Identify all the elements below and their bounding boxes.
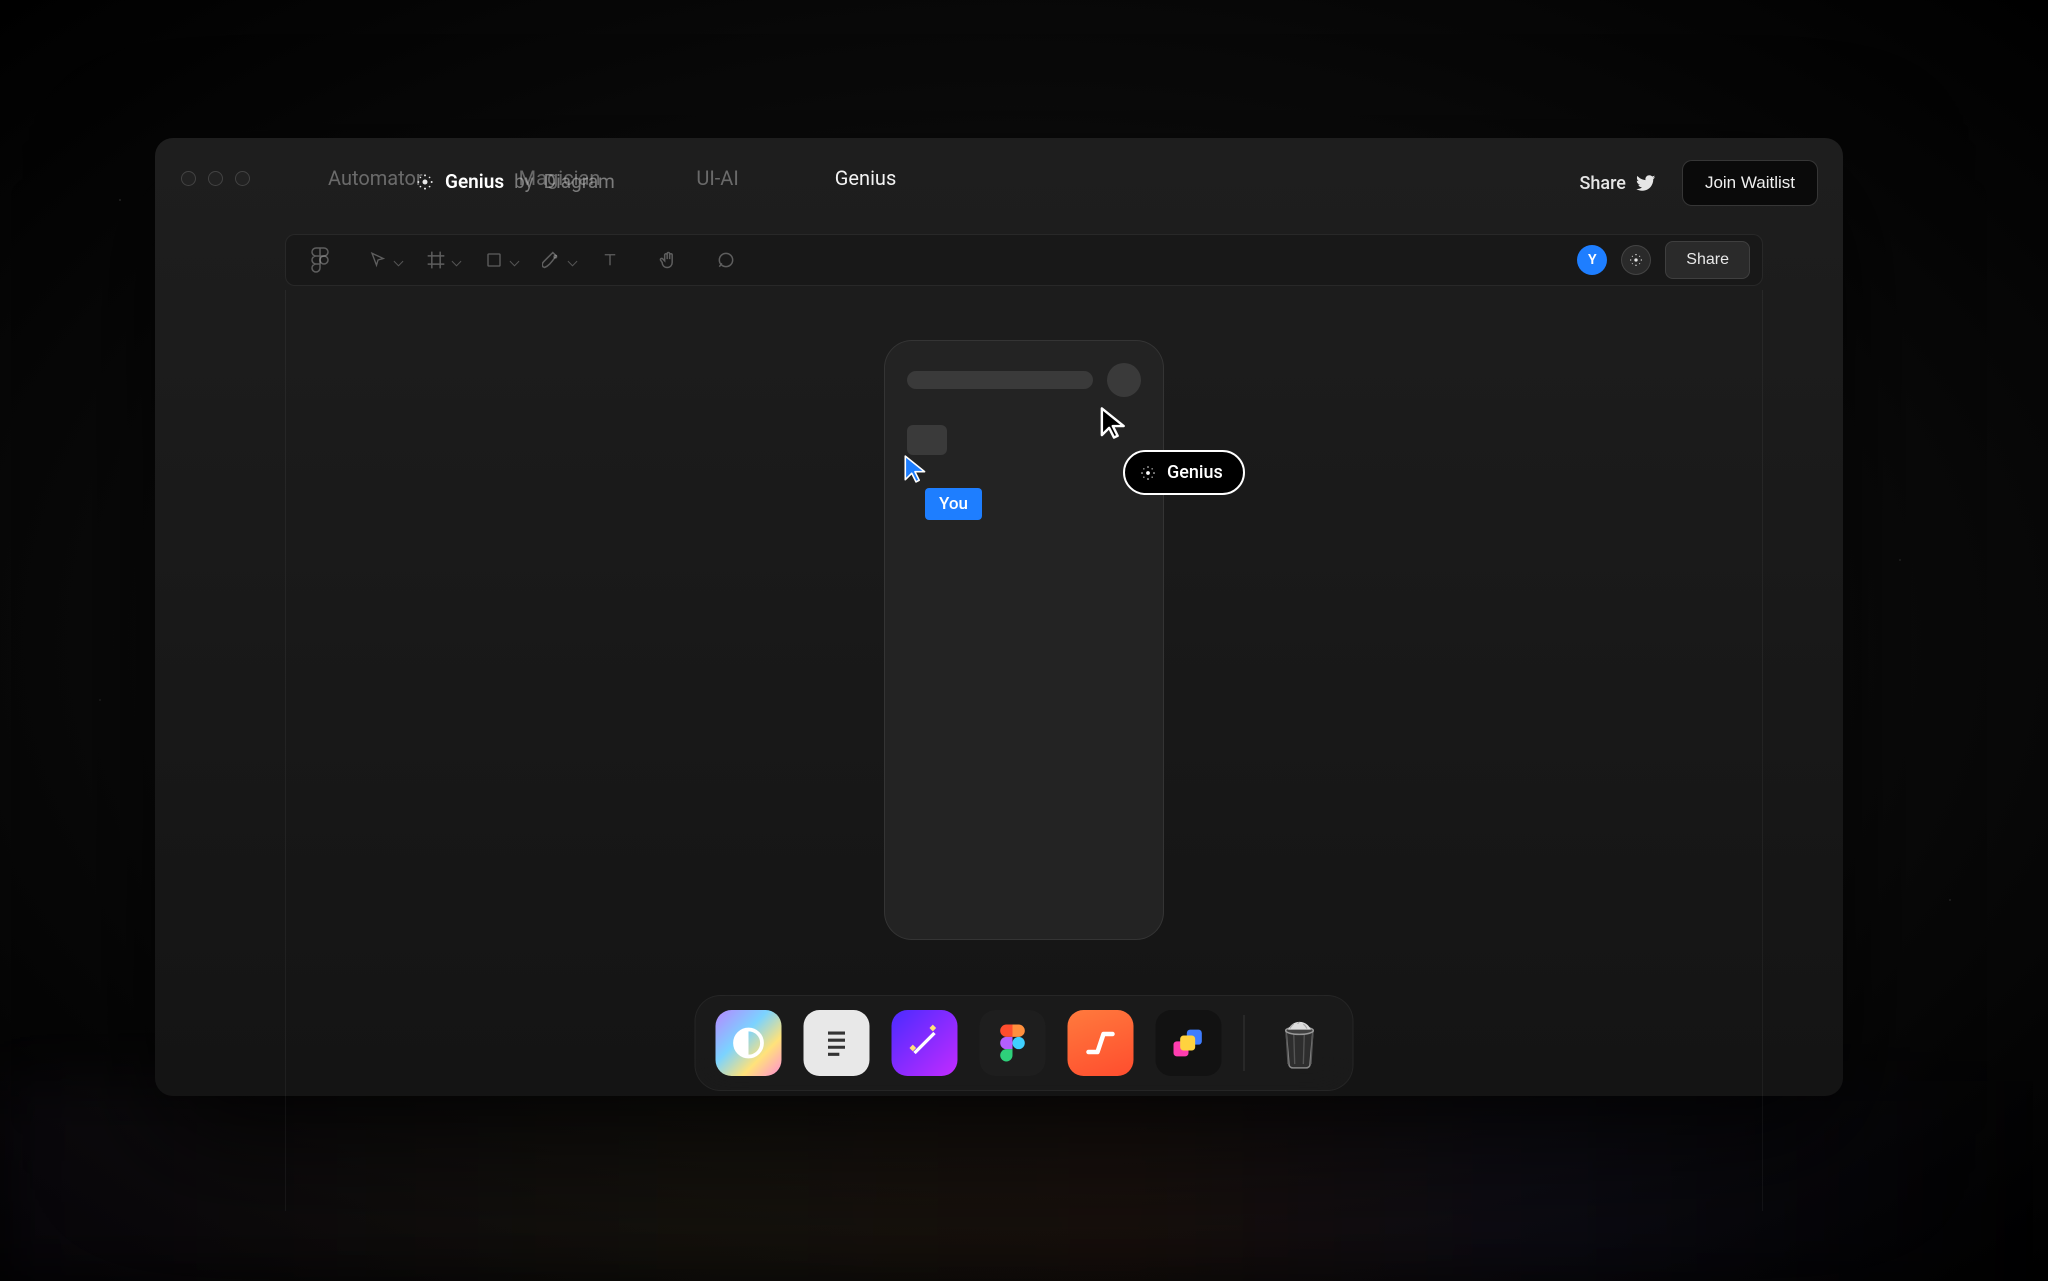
sparkle-icon bbox=[415, 172, 435, 192]
hand-tool[interactable] bbox=[646, 238, 690, 282]
tab-ui-ai[interactable]: UI-AI bbox=[648, 156, 786, 200]
dock-notes-app[interactable] bbox=[804, 1010, 870, 1076]
genius-presence-icon[interactable] bbox=[1621, 245, 1651, 275]
dock bbox=[695, 995, 1354, 1091]
brand-by-prefix: by bbox=[514, 170, 534, 193]
zoom-window-button[interactable] bbox=[235, 171, 250, 186]
dock-separator bbox=[1244, 1015, 1245, 1071]
user-avatar[interactable]: Y bbox=[1577, 245, 1607, 275]
move-tool[interactable] bbox=[356, 238, 400, 282]
close-window-button[interactable] bbox=[181, 171, 196, 186]
comment-tool[interactable] bbox=[704, 238, 748, 282]
share-label: Share bbox=[1579, 173, 1625, 194]
figma-logo-icon[interactable] bbox=[298, 238, 342, 282]
tab-genius[interactable]: Genius bbox=[787, 156, 944, 200]
pen-tool[interactable] bbox=[530, 238, 574, 282]
frame-tool[interactable] bbox=[414, 238, 458, 282]
twitter-icon bbox=[1636, 173, 1656, 193]
artboard-header-row bbox=[907, 363, 1141, 397]
rectangle-tool[interactable] bbox=[472, 238, 516, 282]
share-button[interactable]: Share bbox=[1665, 241, 1750, 279]
share-link[interactable]: Share bbox=[1579, 173, 1655, 194]
dock-trash[interactable] bbox=[1267, 1010, 1333, 1076]
header-actions: Share Join Waitlist bbox=[1579, 160, 1818, 206]
text-tool[interactable] bbox=[588, 238, 632, 282]
traffic-lights bbox=[171, 171, 280, 186]
phone-artboard[interactable] bbox=[884, 340, 1164, 940]
brand-name: Genius bbox=[445, 170, 504, 193]
brand-by-name: Diagram bbox=[544, 170, 615, 193]
dock-figma-app[interactable] bbox=[980, 1010, 1046, 1076]
join-waitlist-button[interactable]: Join Waitlist bbox=[1682, 160, 1818, 206]
minimize-window-button[interactable] bbox=[208, 171, 223, 186]
dock-automator-app[interactable] bbox=[1068, 1010, 1134, 1076]
editor-toolbar: Y Share bbox=[285, 234, 1763, 286]
placeholder-avatar-circle bbox=[1107, 363, 1141, 397]
dock-appearance-app[interactable] bbox=[716, 1010, 782, 1076]
placeholder-title-bar bbox=[907, 371, 1093, 389]
dock-shapes-app[interactable] bbox=[1156, 1010, 1222, 1076]
placeholder-block bbox=[907, 425, 947, 455]
dock-magician-app[interactable] bbox=[892, 1010, 958, 1076]
brand-title: Genius by Diagram bbox=[415, 170, 615, 193]
